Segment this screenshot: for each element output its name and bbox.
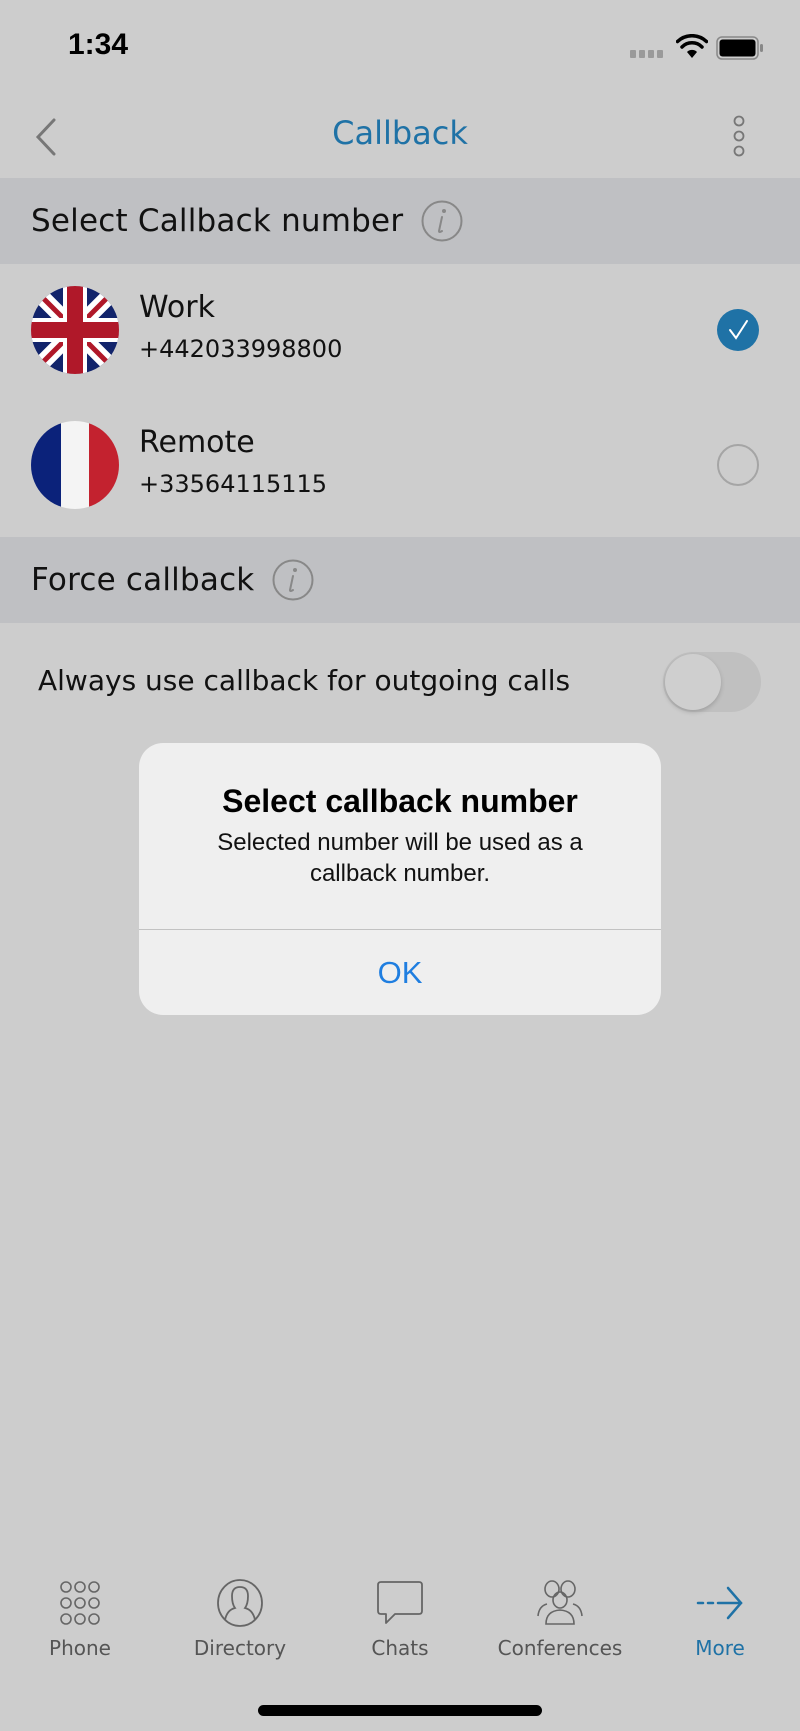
info-icon[interactable] bbox=[272, 559, 314, 601]
tab-chats[interactable]: Chats bbox=[320, 1570, 480, 1680]
tab-phone[interactable]: Phone bbox=[0, 1570, 160, 1680]
force-callback-row: Always use callback for outgoing calls bbox=[0, 624, 800, 744]
radio-unselected[interactable] bbox=[717, 444, 759, 486]
alert-message: Selected number will be used as a callba… bbox=[217, 829, 583, 887]
cellular-signal-icon bbox=[630, 50, 663, 58]
toggle-knob bbox=[665, 654, 721, 710]
status-bar: 1:34 bbox=[0, 0, 800, 96]
info-icon[interactable] bbox=[421, 200, 463, 242]
more-vertical-icon[interactable] bbox=[724, 114, 754, 160]
toggle-label: Always use callback for outgoing calls bbox=[38, 664, 571, 697]
force-callback-toggle[interactable] bbox=[663, 652, 761, 712]
wifi-icon bbox=[676, 34, 708, 58]
alert-dialog: Select callback number Selected number w… bbox=[139, 743, 661, 1015]
tab-more[interactable]: More bbox=[640, 1570, 800, 1680]
radio-selected[interactable] bbox=[717, 309, 759, 351]
battery-icon bbox=[716, 36, 763, 60]
phone-number: +442033998800 bbox=[139, 335, 343, 363]
nav-bar: Callback bbox=[0, 96, 800, 178]
page-title: Callback bbox=[332, 114, 468, 152]
section-title: Select Callback number bbox=[31, 203, 404, 239]
group-icon bbox=[537, 1580, 583, 1625]
status-time: 1:34 bbox=[68, 28, 129, 61]
section-header-force-callback: Force callback bbox=[0, 537, 800, 623]
callback-number-row-work[interactable]: Work +442033998800 bbox=[0, 264, 800, 399]
ok-button[interactable]: OK bbox=[139, 930, 661, 1015]
tab-conferences[interactable]: Conferences bbox=[480, 1570, 640, 1680]
callback-number-row-remote[interactable]: Remote +33564115115 bbox=[0, 399, 800, 534]
tab-label: Phone bbox=[49, 1636, 111, 1660]
number-label: Work bbox=[139, 290, 215, 325]
dialpad-icon bbox=[60, 1581, 100, 1625]
section-title: Force callback bbox=[31, 562, 255, 598]
tab-label: Conferences bbox=[497, 1636, 623, 1660]
tab-label: Directory bbox=[193, 1636, 287, 1660]
uk-flag-icon bbox=[31, 286, 119, 374]
number-label: Remote bbox=[139, 425, 255, 460]
alert-title: Select callback number bbox=[222, 783, 578, 819]
tab-bar: Phone Directory Chats Conferences More bbox=[0, 1570, 800, 1680]
tab-directory[interactable]: Directory bbox=[160, 1570, 320, 1680]
section-header-callback-number: Select Callback number bbox=[0, 178, 800, 264]
arrow-right-icon bbox=[696, 1586, 743, 1620]
phone-number: +33564115115 bbox=[139, 470, 328, 498]
checkmark-icon bbox=[729, 320, 748, 340]
home-indicator[interactable] bbox=[258, 1705, 542, 1716]
chat-bubble-icon bbox=[377, 1581, 423, 1624]
tab-label: More bbox=[695, 1636, 745, 1660]
contact-icon bbox=[217, 1579, 263, 1627]
tab-label: Chats bbox=[371, 1636, 429, 1660]
france-flag-icon bbox=[31, 421, 119, 509]
